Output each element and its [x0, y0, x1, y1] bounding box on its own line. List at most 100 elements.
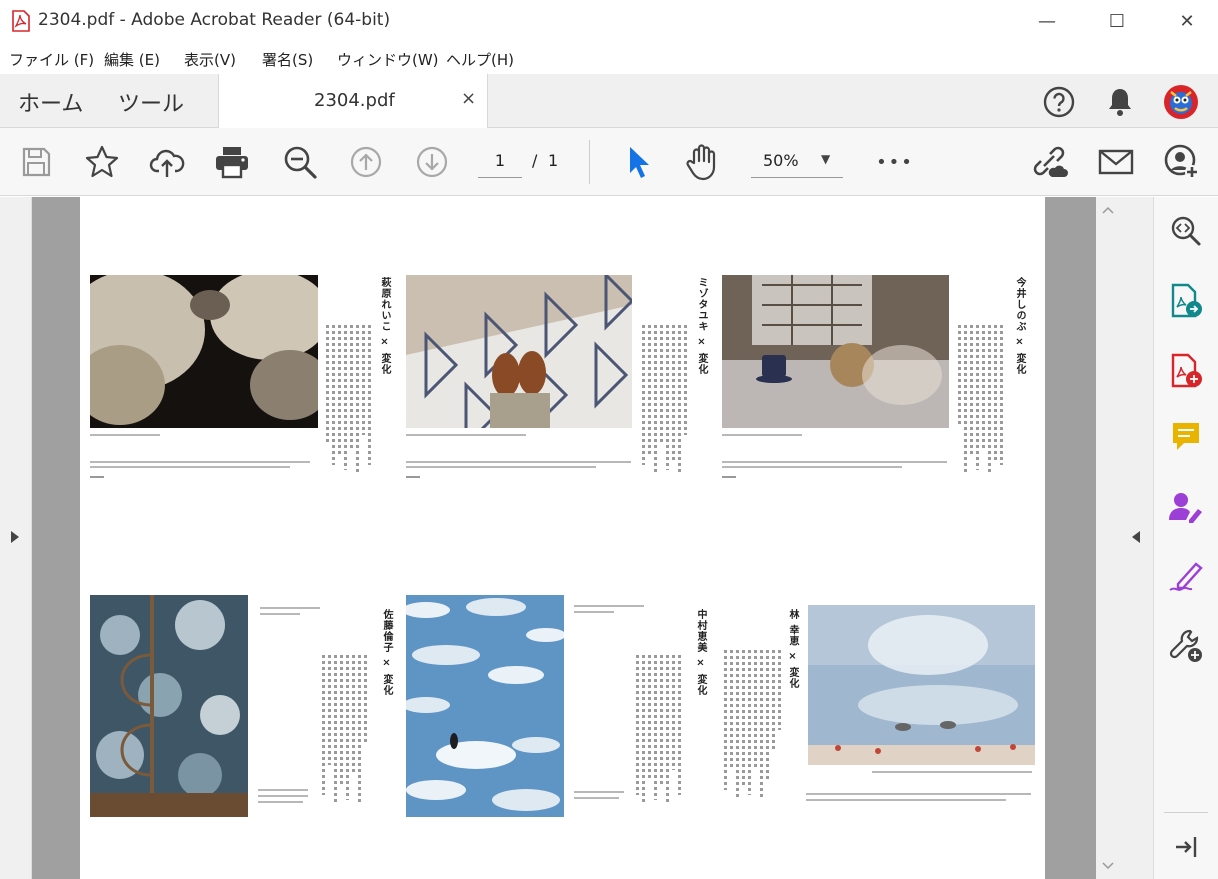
- share-link-icon[interactable]: [1029, 142, 1069, 182]
- menu-window[interactable]: ウィンドウ(W): [337, 49, 439, 70]
- photo-iron-gate-foliage: [90, 595, 248, 817]
- page-number-input[interactable]: 1: [478, 146, 522, 178]
- article-title: 佐藤倫子 × 変化: [381, 609, 392, 696]
- export-pdf-icon[interactable]: [1168, 283, 1204, 319]
- zoom-value: 50%: [763, 151, 799, 170]
- photo-boots-on-tiles: [406, 275, 632, 428]
- article-body: [724, 650, 790, 800]
- left-panel-toggle[interactable]: [0, 197, 32, 879]
- more-tools-icon[interactable]: •••: [875, 142, 915, 182]
- toolbar: 1 / 1 50% ▼ •••: [0, 128, 1218, 196]
- help-icon[interactable]: [1041, 84, 1077, 120]
- vertical-scrollbar[interactable]: [1096, 197, 1120, 879]
- save-icon[interactable]: [16, 142, 56, 182]
- menu-file[interactable]: ファイル (F): [9, 49, 94, 70]
- zoom-out-icon[interactable]: [280, 142, 320, 182]
- scroll-down-icon[interactable]: [1101, 861, 1115, 871]
- profile-text: [574, 791, 624, 793]
- page-folio: [90, 476, 104, 478]
- profile-text: [258, 801, 303, 803]
- acrobat-app-icon: [12, 10, 30, 32]
- article-body: [326, 325, 374, 475]
- article-spread-4: 佐藤倫子 × 変化: [90, 595, 392, 817]
- article-title: 萩原れいこ × 変化: [379, 277, 390, 375]
- upload-cloud-icon[interactable]: [147, 142, 187, 182]
- photo-penguin-on-ice: [406, 595, 564, 817]
- bell-icon[interactable]: [1102, 84, 1138, 120]
- comment-icon[interactable]: [1168, 419, 1204, 455]
- menu-view[interactable]: 表示(V): [184, 49, 236, 70]
- next-page-icon[interactable]: [412, 142, 452, 182]
- menu-help[interactable]: ヘルプ(H): [446, 49, 514, 70]
- previous-page-icon[interactable]: [346, 142, 386, 182]
- document-tab-label: 2304.pdf: [314, 90, 395, 111]
- collapse-tools-pane-icon[interactable]: [1168, 829, 1204, 865]
- article-title: 今井しのぶ × 変化: [1014, 277, 1025, 375]
- photo-caption: [722, 434, 802, 436]
- menu-edit[interactable]: 編集 (E): [104, 49, 160, 70]
- article-title: 林 幸恵 × 変化: [787, 609, 798, 690]
- article-spread-2: ミゾタユキ × 変化: [406, 275, 707, 485]
- close-window-button[interactable]: ✕: [1164, 6, 1210, 36]
- hand-tool-icon[interactable]: [683, 142, 723, 182]
- right-panel-toggle[interactable]: [1120, 197, 1154, 879]
- profile-text: [574, 797, 619, 799]
- article-title: ミゾタユキ × 変化: [696, 277, 707, 375]
- window-title: 2304.pdf - Adobe Acrobat Reader (64-bit): [38, 10, 391, 30]
- photo-caption: [90, 434, 160, 436]
- profile-text: [90, 461, 310, 463]
- maximize-button[interactable]: ☐: [1094, 6, 1140, 36]
- article-spread-5: 中村恵美 × 変化: [406, 595, 706, 817]
- chevron-down-icon: ▼: [821, 152, 831, 166]
- expand-left-panel-icon[interactable]: [9, 529, 21, 545]
- profile-text: [406, 461, 631, 463]
- article-spread-3: 今井しのぶ × 変化: [722, 275, 1025, 485]
- profile-text: [258, 795, 308, 797]
- fill-and-sign-icon[interactable]: [1168, 559, 1204, 595]
- print-icon[interactable]: [212, 142, 252, 182]
- request-signature-icon[interactable]: [1168, 489, 1204, 525]
- tab-tools[interactable]: ツール: [118, 86, 184, 118]
- article-body: [636, 655, 688, 805]
- bookmark-star-icon[interactable]: [82, 142, 122, 182]
- article-body: [322, 655, 372, 805]
- profile-text: [90, 466, 290, 468]
- pdf-page: 萩原れいこ × 変化 ミゾタユキ × 変化 今井しのぶ × 変化 佐藤倫子 × …: [80, 197, 1045, 879]
- photo-caption: [260, 613, 300, 615]
- avatar-icon[interactable]: [1163, 84, 1199, 120]
- profile-text: [722, 461, 947, 463]
- add-user-icon[interactable]: [1162, 142, 1202, 182]
- zoom-fit-icon[interactable]: [1168, 213, 1204, 249]
- profile-text: [258, 789, 308, 791]
- article-spread-1: 萩原れいこ × 変化: [90, 275, 390, 485]
- profile-text: [806, 799, 1006, 801]
- collapse-right-panel-icon[interactable]: [1130, 529, 1142, 545]
- select-cursor-icon[interactable]: [618, 142, 658, 182]
- tab-document[interactable]: 2304.pdf ×: [218, 74, 488, 128]
- article-body: [958, 325, 1008, 475]
- photo-cherry-blossom-night: [90, 275, 318, 428]
- profile-text: [722, 466, 902, 468]
- page-folio: [406, 476, 420, 478]
- profile-text: [406, 466, 596, 468]
- photo-cup-and-window: [722, 275, 949, 428]
- photo-birds-on-beach: [808, 605, 1035, 765]
- close-tab-button[interactable]: ×: [461, 88, 476, 109]
- photo-caption: [574, 605, 644, 607]
- tools-pane: [1154, 197, 1218, 879]
- menu-sign[interactable]: 署名(S): [262, 49, 313, 70]
- more-tools-wrench-icon[interactable]: [1168, 627, 1204, 663]
- page-total: 1: [548, 151, 559, 170]
- tab-home[interactable]: ホーム: [18, 86, 83, 118]
- email-icon[interactable]: [1096, 142, 1136, 182]
- pane-divider: [1164, 812, 1208, 813]
- scroll-up-icon[interactable]: [1101, 205, 1115, 215]
- zoom-dropdown[interactable]: 50% ▼: [751, 146, 843, 178]
- minimize-button[interactable]: —: [1024, 6, 1070, 36]
- document-workspace[interactable]: 萩原れいこ × 変化 ミゾタユキ × 変化 今井しのぶ × 変化 佐藤倫子 × …: [32, 197, 1096, 879]
- toolbar-divider: [589, 140, 590, 184]
- article-body: [642, 325, 690, 475]
- photo-caption: [872, 771, 1032, 773]
- create-pdf-icon[interactable]: [1168, 353, 1204, 389]
- photo-caption: [574, 611, 614, 613]
